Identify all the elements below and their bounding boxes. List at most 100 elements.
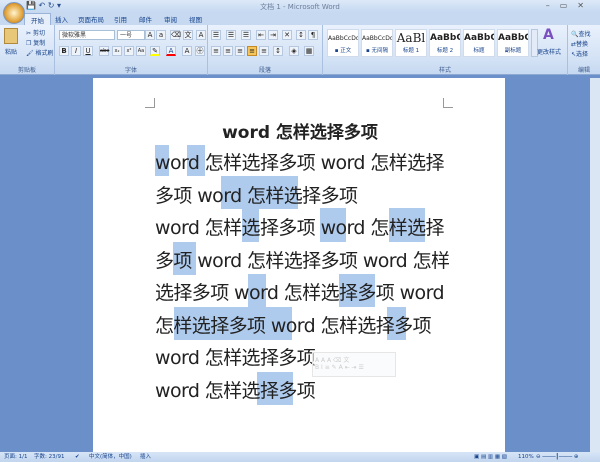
tab-mailings[interactable]: 邮件: [139, 14, 152, 24]
redo-icon[interactable]: ↻: [48, 1, 55, 10]
tab-review[interactable]: 审阅: [164, 14, 177, 24]
language[interactable]: 中文(简体，中国): [89, 452, 132, 462]
styles-group-label: 样式: [438, 67, 451, 74]
change-styles-button[interactable]: 更改样式: [537, 47, 561, 56]
proofing-icon[interactable]: ✔: [75, 452, 80, 462]
select-label: 选择: [576, 51, 589, 58]
tab-page-layout[interactable]: 页面布局: [78, 14, 104, 24]
close-button[interactable]: ✕: [577, 1, 594, 10]
body-line: word 怎样选择多项: [155, 347, 316, 369]
copy-label: 复制: [33, 40, 46, 47]
copy-button[interactable]: ❐ 复制: [26, 38, 45, 47]
paste-button[interactable]: 粘贴: [5, 47, 17, 56]
line-spacing-icon[interactable]: ↕: [273, 46, 283, 56]
style-no-spacing[interactable]: AaBbCcDd ▪ 无间隔: [361, 29, 393, 57]
align-left-icon[interactable]: ≡: [211, 46, 221, 56]
style-sample: AaBbC: [430, 33, 460, 43]
style-sample: AaBbCcDd: [328, 35, 358, 42]
numbering-icon[interactable]: ☰: [226, 30, 236, 40]
word-count[interactable]: 字数: 23/91: [34, 452, 64, 462]
minimize-button[interactable]: –: [546, 1, 560, 10]
mini-toolbar[interactable]: A A A ⌫ 文B I ≡ ✎ A ⇤ ⇥ ☰: [312, 352, 396, 377]
tab-home[interactable]: 开始: [24, 13, 51, 25]
body-line: word 怎样选择多项: [155, 380, 316, 402]
change-styles-icon[interactable]: A: [543, 27, 554, 43]
font-group-label: 字体: [124, 67, 137, 74]
font-name-combo[interactable]: 微软雅黑: [59, 30, 115, 40]
zoom-level[interactable]: 110%: [518, 452, 534, 462]
char-border-icon[interactable]: A: [196, 30, 206, 40]
bullets-icon[interactable]: ☰: [211, 30, 221, 40]
justify-icon[interactable]: ≡: [247, 46, 257, 56]
style-title[interactable]: AaBbC 标题: [463, 29, 495, 57]
paragraph-group: ☰ ☰ ☰ ⇤ ⇥ ✕ ↕ ¶ ≡ ≡ ≡ ≡ ≡ ↕ ◈ ▦ 段落: [208, 25, 323, 75]
document-heading: word 怎样选择多项: [222, 123, 378, 143]
paste-icon[interactable]: [4, 28, 18, 44]
maximize-button[interactable]: ▭: [560, 1, 578, 10]
shrink-font-icon[interactable]: a: [156, 30, 166, 40]
style-normal[interactable]: AaBbCcDd ▪ 正文: [327, 29, 359, 57]
subscript-button[interactable]: x₂: [112, 46, 122, 56]
style-sample: AaBbC: [498, 33, 528, 43]
change-case-button[interactable]: Aa: [136, 46, 146, 56]
style-heading-2[interactable]: AaBbC 标题 2: [429, 29, 461, 57]
strikethrough-button[interactable]: abe: [99, 46, 109, 56]
customize-qat-icon[interactable]: ▾: [57, 1, 61, 10]
save-icon[interactable]: 💾: [26, 1, 36, 10]
highlight-icon[interactable]: ✎: [150, 46, 160, 56]
vertical-scrollbar[interactable]: [590, 78, 600, 452]
ribbon: 粘贴 ✂ 剪切 ❐ 复制 🖌 格式刷 剪贴板 微软雅黑 一号 A a ⌫ 文 A…: [0, 25, 600, 75]
chinese-layout-icon[interactable]: ✕: [282, 30, 292, 40]
editing-group: 🔍查找 ⇄替换 ↖选择 编辑: [568, 25, 600, 75]
find-button[interactable]: 🔍查找: [571, 29, 591, 38]
char-shading-icon[interactable]: A: [182, 46, 192, 56]
margin-corner: [443, 98, 453, 108]
zoom-slider[interactable]: ⊖ ────┃──── ⊕: [536, 452, 579, 462]
body-line: 怎样选择多项 word 怎样选择多项: [155, 315, 432, 337]
style-sample: AaBbC: [464, 33, 494, 43]
replace-button[interactable]: ⇄替换: [571, 39, 588, 48]
body-line: word 怎样选择多项 word 怎样选择: [155, 152, 445, 174]
decrease-indent-icon[interactable]: ⇤: [256, 30, 266, 40]
increase-indent-icon[interactable]: ⇥: [268, 30, 278, 40]
style-subtitle[interactable]: AaBbC 副标题: [497, 29, 529, 57]
undo-icon[interactable]: ↶: [39, 1, 46, 10]
style-name: ▪ 正文: [334, 48, 352, 54]
view-buttons[interactable]: ▣ ▤ ▥ ▦ ▧: [474, 452, 507, 462]
style-name: 标题 2: [436, 48, 454, 54]
style-heading-1[interactable]: AaBl 标题 1: [395, 29, 427, 57]
sort-icon[interactable]: ↕: [296, 30, 306, 40]
insert-mode[interactable]: 插入: [140, 452, 151, 462]
style-name: 标题 1: [402, 48, 420, 54]
multilevel-list-icon[interactable]: ☰: [241, 30, 251, 40]
font-color-button[interactable]: A: [166, 46, 176, 56]
font-size-combo[interactable]: 一号: [117, 30, 145, 40]
format-painter-button[interactable]: 🖌 格式刷: [26, 48, 54, 57]
clear-format-icon[interactable]: ⌫: [170, 30, 181, 40]
office-button[interactable]: [3, 2, 25, 24]
phonetic-icon[interactable]: 文: [183, 30, 193, 40]
tab-view[interactable]: 视图: [189, 14, 202, 24]
shading-icon[interactable]: ◈: [289, 46, 299, 56]
superscript-button[interactable]: x²: [124, 46, 134, 56]
tab-references[interactable]: 引用: [114, 14, 127, 24]
italic-button[interactable]: I: [71, 46, 81, 56]
style-sample: AaBl: [396, 31, 426, 45]
tab-insert[interactable]: 插入: [55, 14, 68, 24]
distribute-icon[interactable]: ≡: [259, 46, 269, 56]
style-name: 标题: [473, 48, 485, 54]
align-center-icon[interactable]: ≡: [223, 46, 233, 56]
cut-button[interactable]: ✂ 剪切: [26, 28, 45, 37]
body-line: 多项 word 怎样选择多项 word 怎样: [155, 250, 450, 272]
show-marks-icon[interactable]: ¶: [308, 30, 318, 40]
bold-button[interactable]: B: [59, 46, 69, 56]
find-label: 查找: [578, 31, 591, 38]
page-count[interactable]: 页面: 1/1: [4, 452, 27, 462]
enclose-char-icon[interactable]: ㊉: [195, 46, 205, 56]
underline-button[interactable]: U: [83, 46, 93, 56]
font-group: 微软雅黑 一号 A a ⌫ 文 A B I U abe x₂ x² Aa ✎ A…: [55, 25, 208, 75]
align-right-icon[interactable]: ≡: [235, 46, 245, 56]
grow-font-icon[interactable]: A: [145, 30, 155, 40]
borders-icon[interactable]: ▦: [304, 46, 314, 56]
select-button[interactable]: ↖选择: [571, 49, 588, 58]
